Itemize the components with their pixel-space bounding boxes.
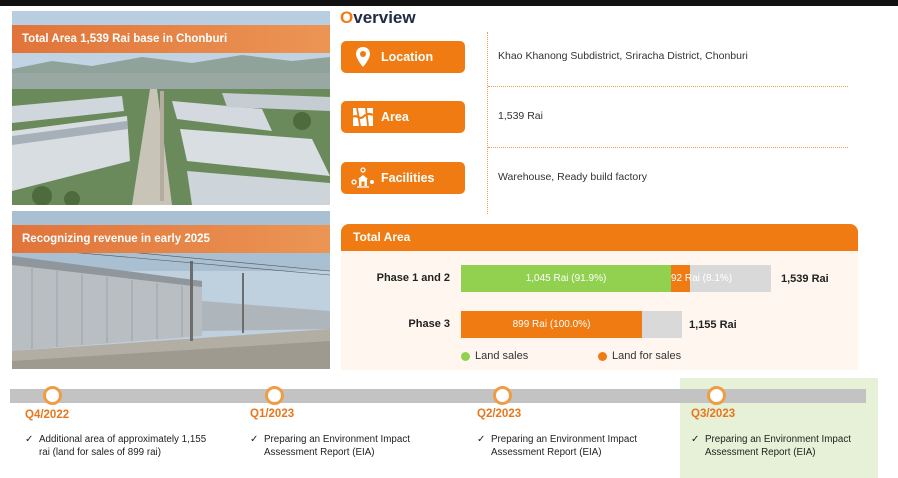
area-pill: Area (341, 101, 465, 133)
aerial-photo: Total Area 1,539 Rai base in Chonburi (12, 11, 330, 205)
phase-1-2-label: Phase 1 and 2 (376, 272, 450, 284)
area-value: 1,539 Rai (498, 110, 543, 122)
timeline-marker-q2-2023 (493, 386, 512, 405)
quarter-label-q1-2023: Q1/2023 (250, 408, 295, 420)
legend-land-for-sales: Land for sales (612, 350, 682, 362)
warehouse-photo: Recognizing revenue in early 2025 (12, 211, 330, 369)
area-label: Area (381, 110, 409, 124)
bar-phase-3-land-for-sales: 899 Rai (100.0%) (461, 311, 642, 338)
map-area-icon (352, 107, 374, 127)
overview-title: Overview (340, 8, 416, 28)
milestone-text: Additional area of approximately 1,155 r… (39, 434, 207, 458)
timeline-marker-q3-2023 (707, 386, 726, 405)
quarter-label-q2-2023: Q2/2023 (477, 408, 522, 420)
phase-1-2-total: 1,539 Rai (781, 273, 829, 285)
check-icon: ✓ (250, 434, 259, 445)
total-area-title: Total Area (341, 224, 858, 251)
phase-3-total: 1,155 Rai (689, 319, 737, 331)
milestone-text: Preparing an Environment Impact Assessme… (705, 434, 851, 458)
overview-divider-vertical (487, 32, 488, 214)
quarter-label-q4-2022: Q4/2022 (25, 409, 70, 421)
bar-phase-1-2-land-sales: 1,045 Rai (91.9%) (461, 265, 671, 292)
overview-divider-1 (488, 86, 848, 87)
overview-divider-2 (488, 147, 848, 148)
map-pin-icon (356, 47, 370, 67)
check-icon: ✓ (477, 434, 486, 445)
milestone-text: Preparing an Environment Impact Assessme… (491, 434, 637, 458)
timeline-marker-q4-2022 (43, 386, 62, 405)
milestone-text: Preparing an Environment Impact Assessme… (264, 434, 410, 458)
bar-phase-1-2-land-for-sales: 92 Rai (8.1%) (671, 265, 732, 292)
facilities-icon (351, 167, 374, 188)
quarter-label-q3-2023: Q3/2023 (691, 408, 736, 420)
check-icon: ✓ (691, 434, 700, 445)
timeline-marker-q1-2023 (265, 386, 284, 405)
legend-land-for-sales-dot (598, 352, 607, 361)
timeline-bar (10, 389, 866, 403)
overview-title-initial: O (340, 8, 354, 27)
legend-land-sales: Land sales (475, 350, 529, 362)
facilities-pill: Facilities (341, 162, 465, 194)
check-icon: ✓ (25, 434, 34, 445)
location-pill: Location (341, 41, 465, 73)
photo-caption-revenue: Recognizing revenue in early 2025 (12, 225, 330, 253)
header-strip (0, 0, 898, 6)
overview-title-rest: verview (353, 8, 416, 27)
photo-caption-total-area: Total Area 1,539 Rai base in Chonburi (12, 25, 330, 53)
facilities-label: Facilities (381, 171, 435, 185)
phase-3-label: Phase 3 (408, 318, 450, 330)
location-value: Khao Khanong Subdistrict, Sriracha Distr… (498, 50, 748, 62)
facilities-value: Warehouse, Ready build factory (498, 171, 648, 183)
location-label: Location (381, 50, 434, 64)
legend-land-sales-dot (461, 352, 470, 361)
